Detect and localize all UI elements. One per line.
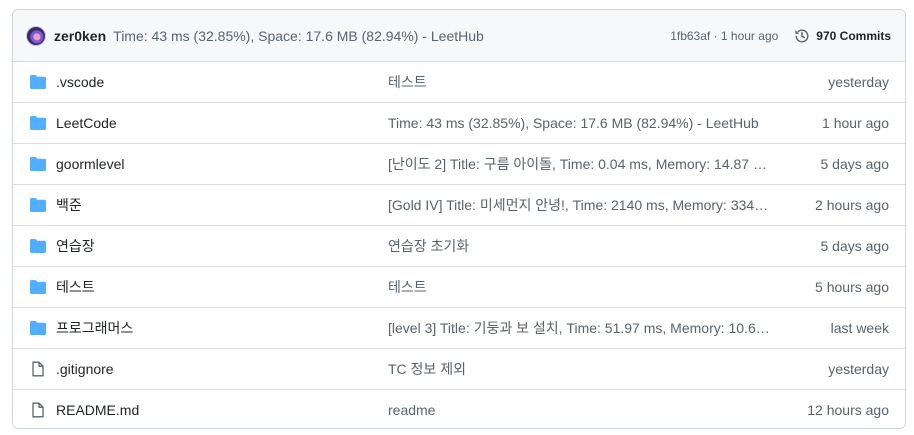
file-row[interactable]: .gitignore TC 정보 제외 yesterday: [13, 349, 905, 390]
commit-message-link[interactable]: Time: 43 ms (32.85%), Space: 17.6 MB (82…: [388, 115, 770, 131]
commit-sha-time[interactable]: 1fb63af · 1 hour ago: [670, 29, 778, 43]
latest-commit-message[interactable]: Time: 43 ms (32.85%), Space: 17.6 MB (82…: [113, 28, 484, 44]
file-name-link[interactable]: 백준: [56, 195, 388, 215]
file-row[interactable]: 테스트 테스트 5 hours ago: [13, 267, 905, 308]
file-browser: zer0ken Time: 43 ms (32.85%), Space: 17.…: [12, 9, 906, 429]
file-row[interactable]: README.md readme 12 hours ago: [13, 390, 905, 428]
commit-age: 1 hour ago: [822, 115, 889, 131]
commit-age: 2 hours ago: [815, 197, 889, 213]
commit-age: 5 days ago: [820, 238, 890, 254]
commits-link[interactable]: 970 Commits: [794, 28, 891, 44]
commit-message-link[interactable]: TC 정보 제외: [388, 359, 770, 379]
file-name-link[interactable]: goormlevel: [56, 156, 388, 172]
latest-commit-bar: zer0ken Time: 43 ms (32.85%), Space: 17.…: [13, 10, 905, 62]
commit-age: last week: [830, 320, 889, 336]
file-name-link[interactable]: LeetCode: [56, 115, 388, 131]
avatar[interactable]: [26, 25, 46, 46]
file-name-link[interactable]: 테스트: [56, 277, 388, 297]
commit-message-link[interactable]: 테스트: [388, 72, 770, 92]
commit-message-link[interactable]: 연습장 초기화: [388, 236, 770, 256]
commit-message-link[interactable]: 테스트: [388, 277, 770, 297]
commit-message-link[interactable]: [level 3] Title: 기둥과 보 설치, Time: 51.97 m…: [388, 318, 770, 338]
commit-message-link[interactable]: [Gold IV] Title: 미세먼지 안녕!, Time: 2140 ms…: [388, 195, 770, 215]
commit-age: 12 hours ago: [807, 402, 889, 418]
file-name-link[interactable]: .gitignore: [56, 361, 388, 377]
file-name-link[interactable]: README.md: [56, 402, 388, 418]
file-list: .vscode 테스트 yesterday LeetCode Time: 43 ms (…: [13, 62, 905, 428]
commits-count-label: 970 Commits: [816, 28, 891, 43]
file-name-link[interactable]: 프로그래머스: [56, 318, 388, 338]
commit-age: 5 hours ago: [815, 279, 889, 295]
folder-icon: [29, 115, 47, 131]
file-row[interactable]: 연습장 연습장 초기화 5 days ago: [13, 226, 905, 267]
folder-icon: [29, 74, 47, 90]
file-row[interactable]: goormlevel [난이도 2] Title: 구름 아이돌, Time: 0…: [13, 144, 905, 185]
commit-age: 5 days ago: [820, 156, 890, 172]
file-name-link[interactable]: .vscode: [56, 74, 388, 90]
file-row[interactable]: LeetCode Time: 43 ms (32.85%), Space: 17.…: [13, 103, 905, 144]
folder-icon: [29, 197, 47, 213]
commit-message-link[interactable]: readme: [388, 402, 770, 418]
file-row[interactable]: .vscode 테스트 yesterday: [13, 62, 905, 103]
file-row[interactable]: 백준 [Gold IV] Title: 미세먼지 안녕!, Time: 2140 …: [13, 185, 905, 226]
file-icon: [29, 402, 47, 418]
folder-icon: [29, 279, 47, 295]
history-icon: [795, 29, 809, 42]
file-icon: [29, 361, 47, 377]
file-row[interactable]: 프로그래머스 [level 3] Title: 기둥과 보 설치, Time: 5…: [13, 308, 905, 349]
folder-icon: [29, 156, 47, 172]
folder-icon: [29, 238, 47, 254]
commit-author[interactable]: zer0ken: [54, 28, 106, 44]
commit-age: yesterday: [828, 361, 889, 377]
commit-message-link[interactable]: [난이도 2] Title: 구름 아이돌, Time: 0.04 ms, Me…: [388, 154, 770, 174]
file-name-link[interactable]: 연습장: [56, 236, 388, 256]
commit-age: yesterday: [828, 74, 889, 90]
folder-icon: [29, 320, 47, 336]
